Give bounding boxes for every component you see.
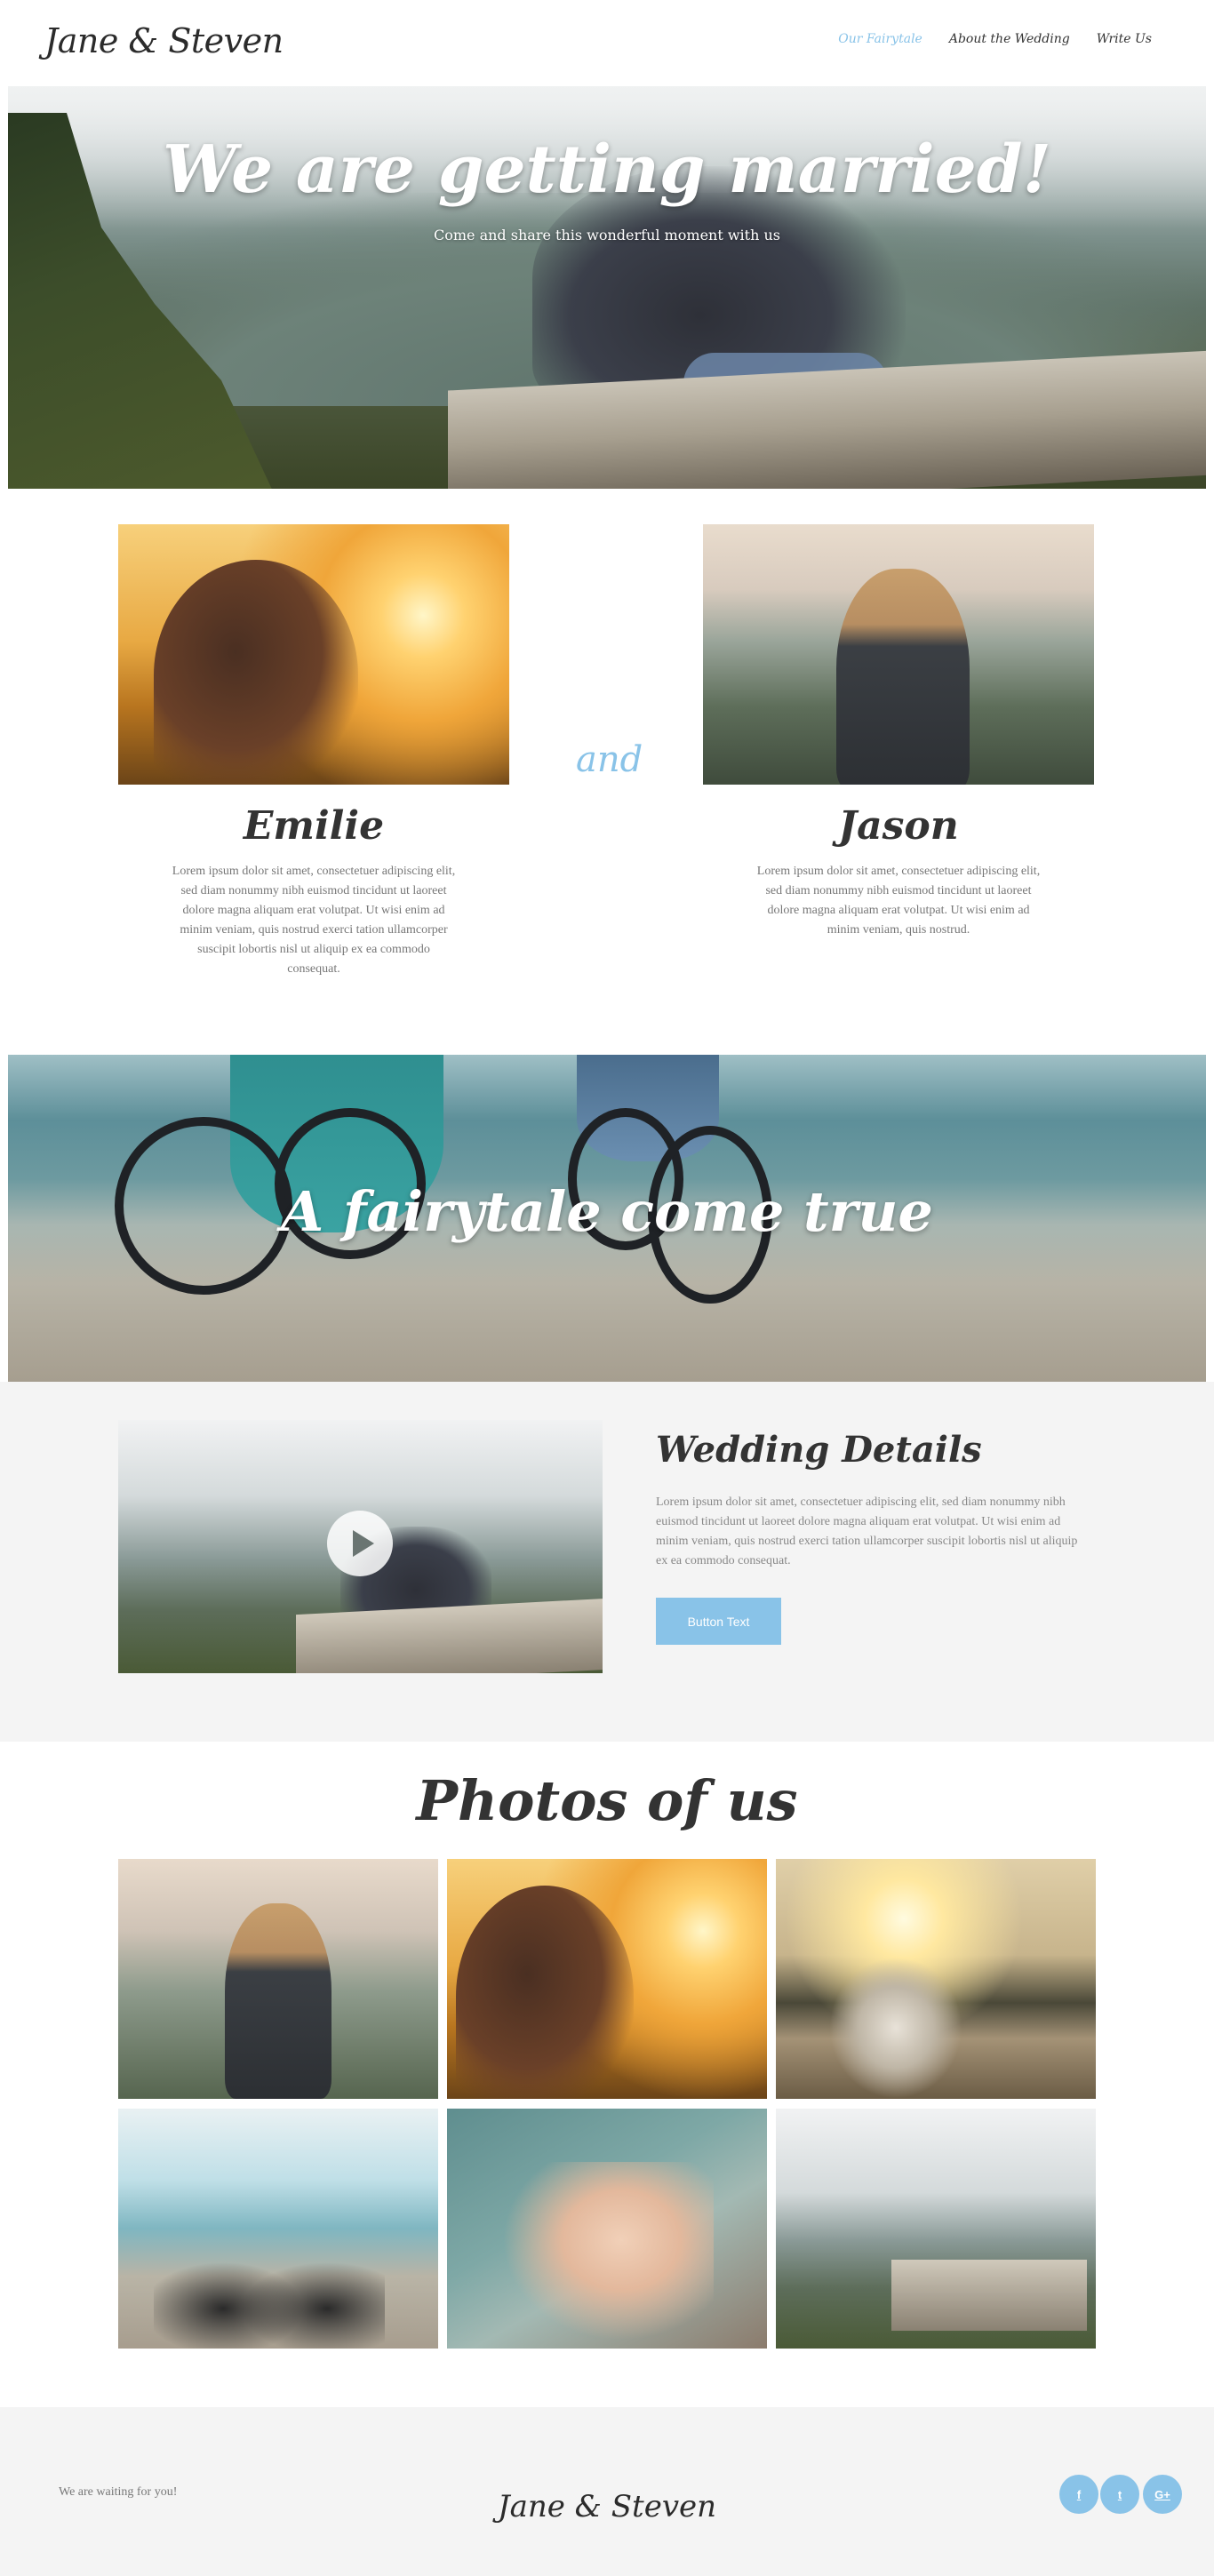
and-connector: and xyxy=(576,739,643,780)
groom-bio: Lorem ipsum dolor sit amet, consectetuer… xyxy=(756,865,1041,937)
google-plus-icon[interactable]: G+ xyxy=(1143,2475,1182,2514)
nav-write-us[interactable]: Write Us xyxy=(1097,32,1152,46)
details-text: Lorem ipsum dolor sit amet, consectetuer… xyxy=(656,1495,1078,1567)
gallery-photo[interactable] xyxy=(447,1859,767,2099)
gallery-photo[interactable] xyxy=(776,2109,1096,2349)
gallery-title: Photos of us xyxy=(416,1768,798,1833)
site-header: Jane & Steven Our Fairytale About the We… xyxy=(0,0,1214,86)
details-title: Wedding Details xyxy=(656,1429,982,1471)
details-button[interactable]: Button Text xyxy=(656,1598,781,1645)
site-logo[interactable]: Jane & Steven xyxy=(44,21,284,60)
nav-about-the-wedding[interactable]: About the Wedding xyxy=(949,32,1070,46)
footer-logo[interactable]: Jane & Steven xyxy=(0,2489,1214,2524)
fairytale-banner: A fairytale come true xyxy=(8,1055,1206,1382)
play-icon[interactable] xyxy=(327,1511,393,1576)
bride-name: Emilie xyxy=(243,803,385,849)
facebook-icon[interactable]: f xyxy=(1059,2475,1098,2514)
groom-photo xyxy=(703,524,1094,785)
main-nav: Our Fairytale About the Wedding Write Us xyxy=(838,32,1152,46)
groom-name: Jason xyxy=(838,803,959,849)
gallery-photo[interactable] xyxy=(776,1859,1096,2099)
bride-photo xyxy=(118,524,509,785)
hero-title: We are getting married! xyxy=(163,132,1051,208)
hero-subtitle: Come and share this wonderful moment wit… xyxy=(433,227,780,243)
bride-bio: Lorem ipsum dolor sit amet, consectetuer… xyxy=(172,865,456,976)
twitter-icon[interactable]: t xyxy=(1100,2475,1139,2514)
nav-our-fairytale[interactable]: Our Fairytale xyxy=(838,32,922,46)
gallery-photo[interactable] xyxy=(447,2109,767,2349)
fairytale-title: A fairytale come true xyxy=(281,1179,933,1244)
gallery-photo[interactable] xyxy=(118,1859,438,2099)
gallery-photo[interactable] xyxy=(118,2109,438,2349)
